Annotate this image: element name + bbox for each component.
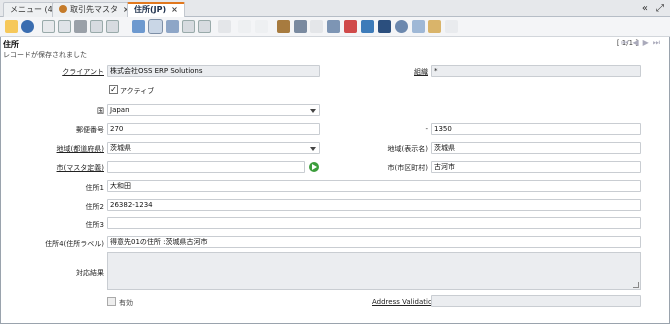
ignore-icon[interactable] — [5, 20, 18, 33]
address4-field[interactable]: 得意先01の住所 :茨城県古河市 — [107, 236, 641, 248]
record-navigation[interactable]: ⏮◀▶⏭ — [621, 38, 664, 48]
toolbar — [0, 17, 670, 37]
postal-separator: - — [425, 125, 428, 133]
active-label: アクティブ — [120, 87, 155, 95]
exit-icon[interactable] — [445, 20, 458, 33]
delete-icon[interactable] — [74, 20, 87, 33]
city-label: 市(市区町村) — [387, 164, 428, 172]
org-field[interactable]: * — [431, 65, 641, 77]
client-label[interactable]: クライアント — [20, 67, 104, 77]
page-title: 住所 — [3, 40, 19, 49]
valid-label: 有効 — [119, 299, 133, 307]
result-textarea[interactable] — [107, 252, 641, 290]
maximize-icon[interactable]: ⤢ — [656, 3, 664, 14]
tab-bar: メニュー (40) 取引先マスタ× 住所(JP)× «⤢ — [0, 0, 670, 17]
city-field[interactable]: 古河市 — [431, 161, 641, 173]
new-record-icon[interactable] — [42, 20, 55, 33]
postal-field[interactable]: 270 — [107, 123, 320, 135]
window-icon — [59, 5, 67, 13]
lock-icon[interactable] — [412, 20, 425, 33]
status-message: レコードが保存されました — [3, 51, 87, 59]
location-lookup-icon[interactable] — [309, 162, 319, 172]
country-value: Japan — [110, 106, 130, 114]
chevron-down-icon[interactable] — [309, 106, 318, 115]
save-icon[interactable] — [90, 20, 103, 33]
parent-record-icon[interactable] — [218, 20, 231, 33]
region-value: 茨城県 — [110, 144, 131, 152]
request-icon[interactable] — [361, 20, 374, 33]
address-validation-field[interactable] — [431, 295, 641, 307]
address1-label: 住所1 — [85, 184, 104, 192]
tab-business-partner-label: 取引先マスタ — [70, 5, 118, 14]
grid-toggle-icon[interactable] — [198, 20, 211, 33]
address2-field[interactable]: 26382-1234 — [107, 199, 641, 211]
product-info-icon[interactable] — [378, 20, 391, 33]
address-validation-label[interactable]: Address Validation — [372, 298, 437, 306]
report-icon[interactable] — [277, 20, 290, 33]
close-icon[interactable]: × — [171, 5, 178, 14]
region-display-field[interactable]: 茨城県 — [431, 142, 641, 154]
region-select[interactable]: 茨城県 — [107, 142, 320, 154]
postal-label: 郵便番号 — [76, 126, 104, 134]
active-checkbox[interactable]: ✓ — [109, 85, 118, 94]
help-icon[interactable] — [21, 20, 34, 33]
previous-arrow-icon[interactable] — [238, 20, 251, 33]
collapse-icon[interactable]: « — [642, 3, 648, 14]
region-display-label: 地域(表示名) — [387, 145, 428, 153]
export-icon[interactable] — [428, 20, 441, 33]
process-gear-icon[interactable] — [395, 20, 408, 33]
address3-label: 住所3 — [85, 221, 104, 229]
address4-label: 住所4(住所ラベル) — [45, 240, 104, 248]
print-icon[interactable] — [310, 20, 323, 33]
valid-checkbox[interactable] — [107, 297, 116, 306]
chat-icon[interactable] — [182, 20, 195, 33]
tab-tools: «⤢ — [634, 3, 664, 14]
tab-business-partner[interactable]: 取引先マスタ× — [52, 2, 137, 17]
zoom-across-icon[interactable] — [327, 20, 340, 33]
city-master-field[interactable] — [107, 161, 305, 173]
result-label: 対応結果 — [76, 269, 104, 277]
country-label: 国 — [97, 107, 104, 115]
refresh-icon[interactable] — [132, 20, 145, 33]
org-label[interactable]: 組織 — [360, 67, 428, 77]
chevron-down-icon[interactable] — [309, 144, 318, 153]
find-icon[interactable] — [148, 19, 163, 34]
region-label[interactable]: 地域(都道府県) — [20, 144, 104, 154]
address1-field[interactable]: 大和田 — [107, 180, 641, 192]
address2-label: 住所2 — [85, 203, 104, 211]
resize-handle-icon[interactable] — [633, 282, 639, 288]
next-arrow-icon[interactable] — [255, 20, 268, 33]
country-select[interactable]: Japan — [107, 104, 320, 116]
tab-address[interactable]: 住所(JP) × — [127, 2, 185, 17]
tab-address-label: 住所(JP) — [134, 5, 167, 14]
title-bar: 住所 [ 1/1 ] ⏮◀▶⏭ — [0, 37, 670, 49]
client-field[interactable]: 株式会社OSS ERP Solutions — [107, 65, 320, 77]
archive-icon[interactable] — [294, 20, 307, 33]
address3-field[interactable] — [107, 217, 641, 229]
postal-add-field[interactable]: 1350 — [431, 123, 641, 135]
copy-record-icon[interactable] — [58, 20, 71, 33]
city-master-label[interactable]: 市(マスタ定義) — [20, 163, 104, 173]
save-new-icon[interactable] — [106, 20, 119, 33]
active-workflows-icon[interactable] — [344, 20, 357, 33]
attachment-icon[interactable] — [166, 20, 179, 33]
